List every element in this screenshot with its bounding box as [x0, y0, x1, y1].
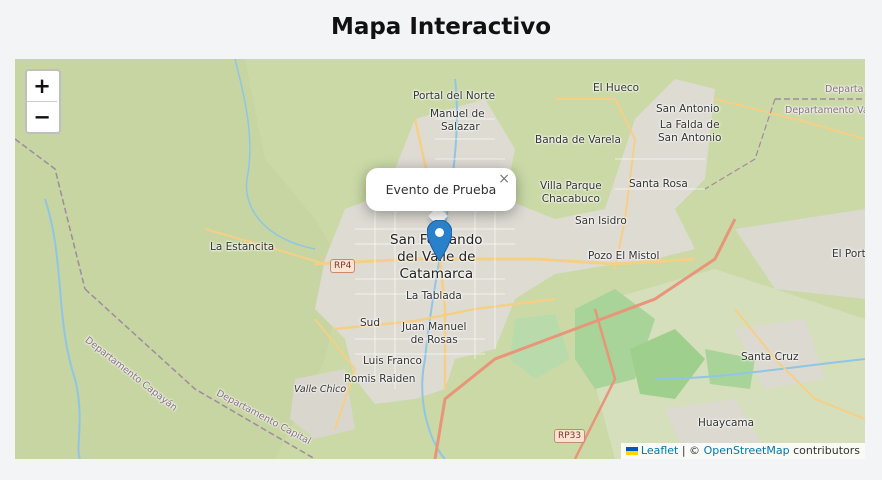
map-container[interactable]: Portal del Norte Manuel de Salazar El Hu… — [15, 59, 865, 459]
map-label-luis-franco: Luis Franco — [363, 355, 422, 367]
map-label-line: La Falda de — [659, 119, 720, 131]
map-label-manuel-de-salazar: Manuel de Salazar — [430, 108, 485, 134]
map-label-el-portezuelo: El Porte — [832, 248, 865, 260]
map-label-banda-de-varela: Banda de Varela — [535, 134, 621, 146]
map-label-villa-parque-chacabuco: Villa Parque Chacabuco — [540, 180, 602, 206]
map-label-line: Salazar — [440, 121, 480, 133]
event-popup: Evento de Prueba × — [366, 168, 516, 211]
map-label-line: Catamarca — [399, 266, 474, 282]
map-label-line: Juan Manuel — [402, 321, 467, 333]
map-label-line: San Antonio — [658, 132, 722, 144]
zoom-out-button[interactable]: − — [27, 101, 57, 132]
openstreetmap-link[interactable]: OpenStreetMap — [704, 444, 790, 457]
map-label-la-estancita: La Estancita — [210, 241, 275, 253]
route-shield-rp33: RP33 — [554, 429, 586, 443]
leaflet-link[interactable]: Leaflet — [641, 444, 678, 457]
map-label-san-antonio: San Antonio — [656, 103, 720, 115]
map-label-juan-manuel-de-rosas: Juan Manuel de Rosas — [402, 321, 466, 347]
zoom-control: + − — [25, 69, 61, 134]
map-label-line: Chacabuco — [541, 193, 600, 205]
map-label-romis-raiden: Romis Raiden — [344, 373, 416, 385]
ukraine-flag-icon — [625, 447, 638, 455]
attribution-suffix: contributors — [793, 444, 860, 457]
map-label-line: de Rosas — [410, 334, 458, 346]
map-label-departamento-top-2: Departamento Va — [785, 105, 865, 116]
attribution-separator: | © — [681, 444, 701, 457]
map-label-sud: Sud — [360, 317, 380, 329]
map-label-el-hueco: El Hueco — [593, 82, 640, 94]
close-icon[interactable]: × — [498, 171, 510, 187]
popup-text: Evento de Prueba — [385, 182, 497, 197]
map-label-san-isidro: San Isidro — [575, 215, 627, 227]
page-title: Mapa Interactivo — [330, 14, 552, 40]
map-label-departamento-top: Departa — [825, 84, 864, 95]
map-label-santa-rosa: Santa Rosa — [629, 178, 688, 190]
zoom-in-button[interactable]: + — [27, 71, 57, 101]
map-label-line: Villa Parque — [540, 180, 602, 192]
route-shield-rp4: RP4 — [330, 259, 356, 273]
map-label-la-tablada: La Tablada — [406, 290, 462, 302]
map-label-huaycama: Huaycama — [698, 417, 755, 429]
map-label-la-falda: La Falda de San Antonio — [658, 119, 721, 145]
map-label-line: Manuel de — [430, 108, 485, 120]
map-label-valle-chico: Valle Chico — [294, 384, 347, 395]
map-pin-icon[interactable] — [426, 219, 453, 265]
map-attribution: Leaflet | © OpenStreetMap contributors — [620, 443, 865, 459]
map-label-portal-del-norte: Portal del Norte — [413, 90, 496, 102]
map-label-pozo-el-mistol: Pozo El Mistol — [588, 250, 660, 262]
map-label-santa-cruz: Santa Cruz — [741, 351, 799, 363]
